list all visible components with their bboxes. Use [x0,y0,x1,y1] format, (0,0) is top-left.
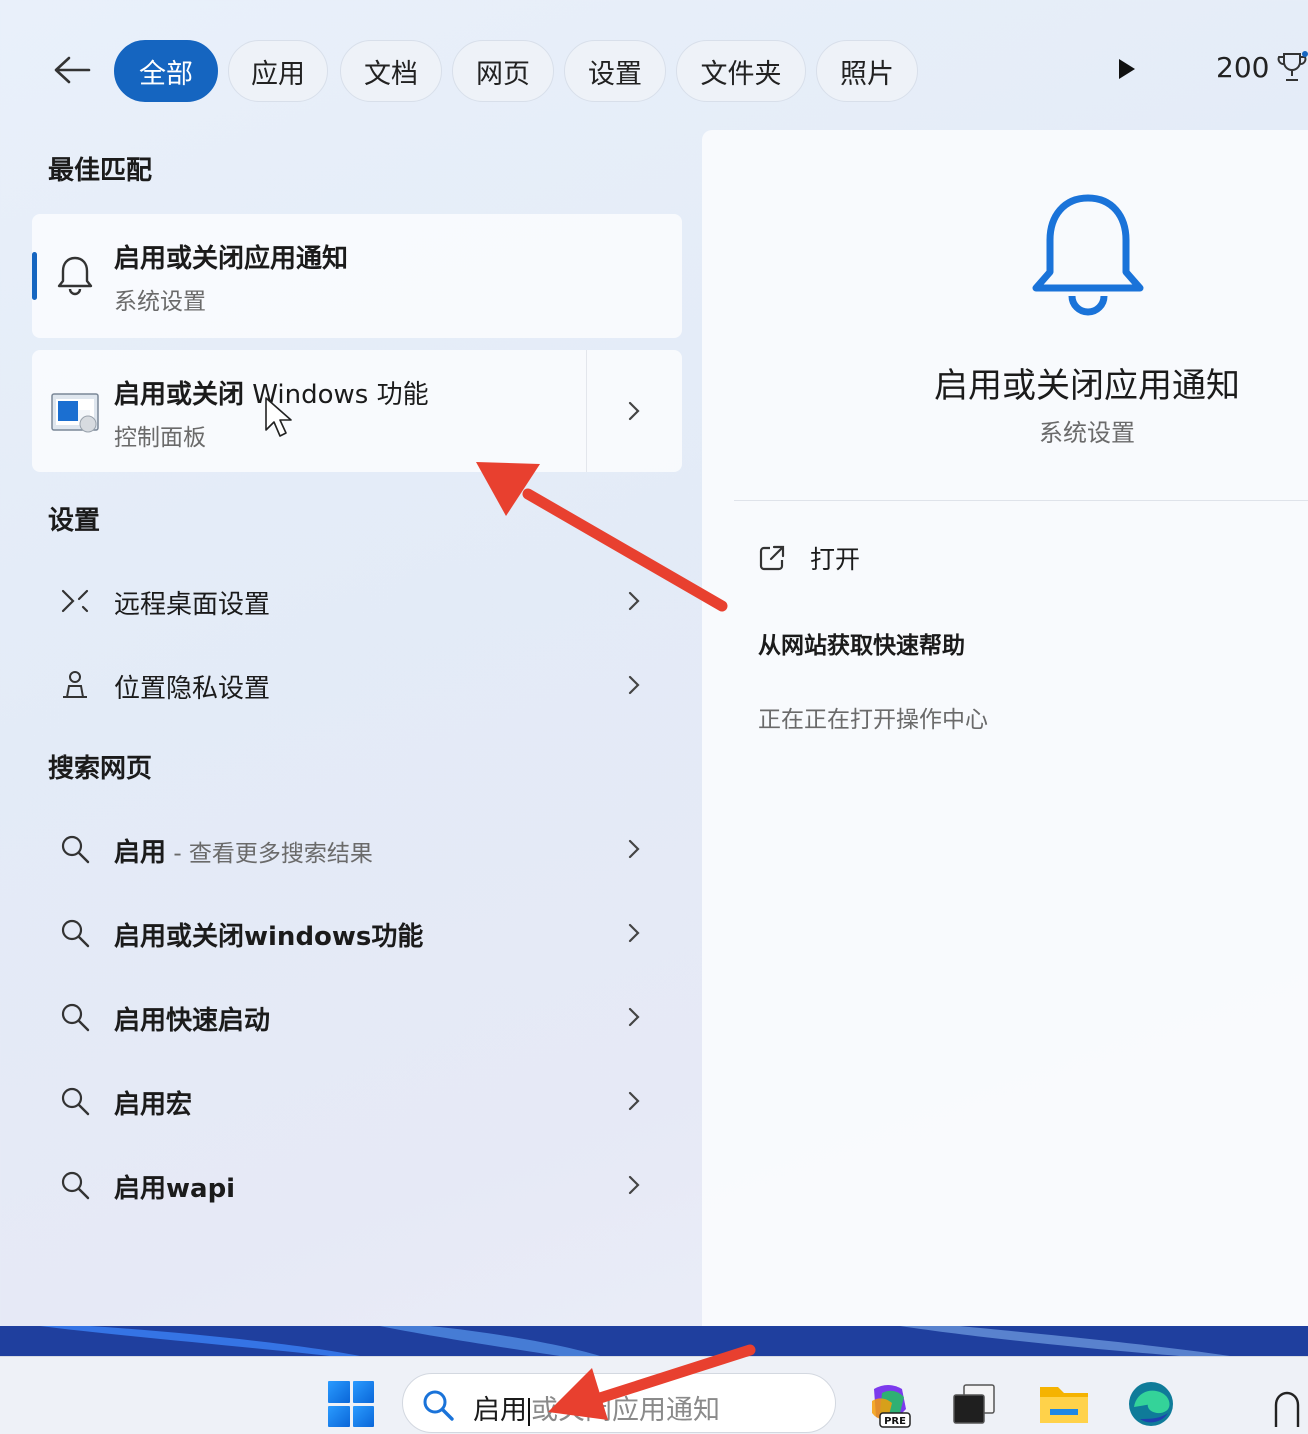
desktop-wallpaper [0,1326,1308,1356]
tab-apps[interactable]: 应用 [228,40,328,102]
preview-title: 启用或关闭应用通知 [934,366,1240,406]
file-explorer-icon[interactable] [1038,1379,1088,1429]
back-button[interactable] [44,44,100,96]
result-title: 启用或关闭应用通知 [114,244,349,274]
divider [586,350,587,472]
web-suggestion[interactable]: 启用快速启动 [32,982,682,1052]
preview-subtitle: 系统设置 [1039,419,1135,447]
preview-pane: 启用或关闭应用通知 系统设置 打开 从网站获取快速帮助 正在正在打开操作中心 [702,130,1308,1326]
expand-chevron-button[interactable] [624,397,644,425]
web-suggestion[interactable]: 启用 - 查看更多搜索结果 [32,814,682,884]
open-external-icon [759,545,785,571]
arrow-left-icon [54,56,91,84]
bell-icon [1030,192,1146,320]
web-suggestion-label: 启用 - 查看更多搜索结果 [114,838,373,868]
open-action-label: 打开 [810,545,861,574]
divider [734,500,1308,501]
text-caret [528,1397,530,1426]
play-icon [1119,59,1135,79]
chevron-right-icon [624,671,644,699]
settings-item-label: 远程桌面设置 [114,590,271,620]
bell-icon [56,254,94,296]
web-search-heading: 搜索网页 [48,754,153,784]
windows-logo-pane [328,1405,350,1427]
svg-text:PRE: PRE [884,1416,906,1427]
chevron-right-icon [624,919,644,947]
settings-item-remote-desktop[interactable]: 远程桌面设置 [32,566,682,636]
windows-logo-pane [328,1381,350,1403]
search-icon [58,1000,92,1034]
remote-desktop-icon [58,584,92,618]
chevron-right-icon [624,587,644,615]
search-icon [58,916,92,950]
web-suggestion-label: 启用或关闭windows功能 [114,922,424,952]
selection-indicator [32,252,37,300]
web-suggestion-label: 启用wapi [114,1174,236,1204]
taskbar: 启用 或关闭应用通知 PRE [0,1356,1308,1434]
chevron-right-icon [628,401,640,421]
chevron-right-icon [624,1087,644,1115]
filter-bar: 全部 应用 文档 网页 设置 文件夹 照片 200 [0,0,1308,130]
best-match-heading: 最佳匹配 [48,156,153,186]
task-view-icon[interactable] [950,1379,1000,1429]
tab-folders[interactable]: 文件夹 [676,40,806,102]
chevron-right-icon [624,835,644,863]
location-person-icon [58,668,92,702]
web-suggestion[interactable]: 启用或关闭windows功能 [32,898,682,968]
search-icon [58,832,92,866]
search-icon [423,1390,454,1421]
web-suggestion[interactable]: 启用wapi [32,1150,682,1220]
web-help-heading: 从网站获取快速帮助 [758,633,965,659]
result-subtitle: 系统设置 [114,289,206,315]
settings-heading: 设置 [48,506,101,536]
points-value: 200 [1216,50,1270,84]
tab-all[interactable]: 全部 [114,40,218,102]
control-panel-icon [50,390,102,436]
chevron-right-icon [624,1171,644,1199]
open-action[interactable]: 打开 [758,540,860,576]
tray-overflow-icon[interactable] [1272,1387,1302,1427]
web-suggestion[interactable]: 启用宏 [32,1066,682,1136]
chevron-right-icon [624,1003,644,1031]
more-filters-button[interactable] [1112,54,1142,84]
start-button[interactable] [328,1381,374,1427]
taskbar-search-box[interactable]: 启用 或关闭应用通知 [402,1373,836,1433]
tab-photos[interactable]: 照片 [816,40,918,102]
web-suggestion-label: 启用宏 [114,1090,193,1120]
settings-item-location-privacy[interactable]: 位置隐私设置 [32,650,682,720]
result-title: 启用或关闭 Windows 功能 [114,380,429,410]
windows-features-result[interactable]: 启用或关闭 Windows 功能 控制面板 [32,350,682,472]
trophy-icon [1278,51,1308,81]
best-match-result[interactable]: 启用或关闭应用通知 系统设置 [32,214,682,338]
windows-logo-pane [352,1405,374,1427]
tab-documents[interactable]: 文档 [340,40,442,102]
search-icon [58,1084,92,1118]
search-icon [58,1168,92,1202]
settings-item-label: 位置隐私设置 [114,674,271,704]
tab-settings[interactable]: 设置 [564,40,666,102]
edge-icon[interactable] [1126,1379,1176,1429]
help-status-text: 正在正在打开操作中心 [758,707,988,733]
web-suggestion-label: 启用快速启动 [114,1006,271,1036]
rewards-points[interactable]: 200 [1216,50,1308,84]
result-subtitle: 控制面板 [114,425,206,451]
search-input[interactable]: 启用 或关闭应用通知 [473,1388,720,1427]
copilot-pre-icon[interactable]: PRE [864,1379,914,1429]
tab-web[interactable]: 网页 [452,40,554,102]
windows-logo-pane [352,1381,374,1403]
